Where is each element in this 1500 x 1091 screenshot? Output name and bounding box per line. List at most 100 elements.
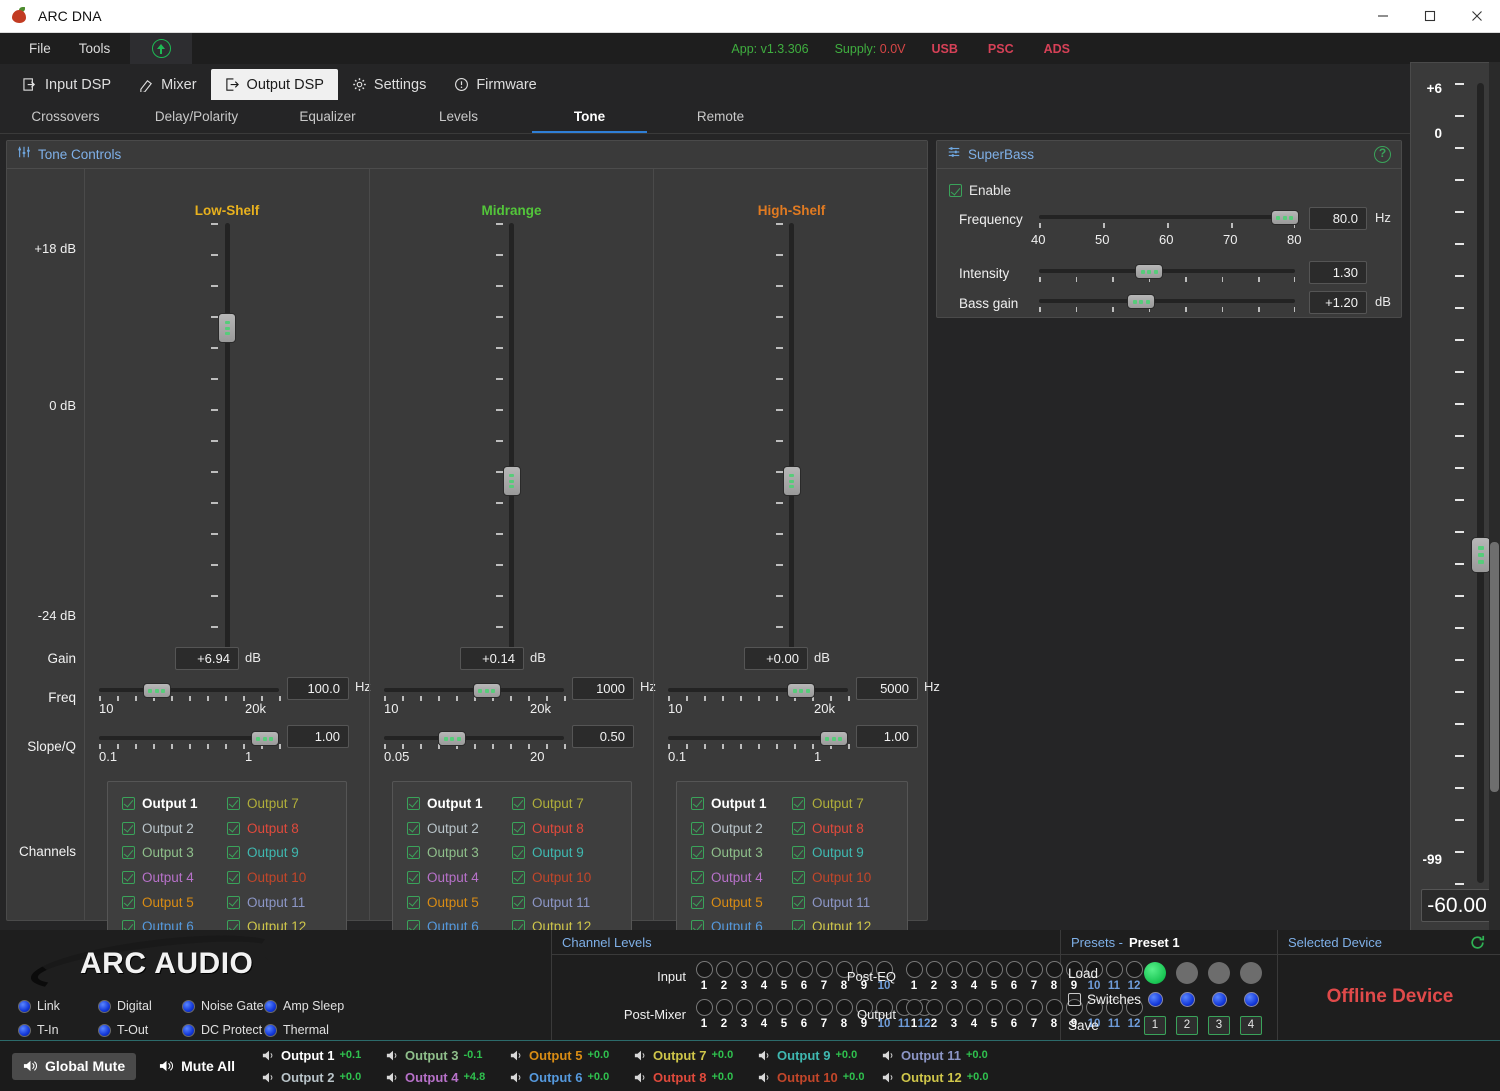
channel-checkbox[interactable]	[512, 796, 525, 810]
speaker-icon[interactable]	[634, 1071, 648, 1084]
slider-thumb[interactable]	[819, 731, 848, 746]
help-circle-icon[interactable]: ?	[1374, 146, 1391, 163]
channel-checkbox[interactable]	[792, 870, 805, 884]
channel-row[interactable]: Output 1	[691, 791, 792, 816]
master-meter-track[interactable]	[1477, 83, 1484, 883]
band-slope-value-1[interactable]: 1.00	[287, 725, 349, 748]
close-icon[interactable]	[1453, 0, 1500, 33]
channel-row[interactable]: Output 1	[407, 791, 512, 816]
superbass-value-1[interactable]: 80.0	[1309, 207, 1367, 230]
tab-mixer[interactable]: Mixer	[125, 69, 210, 100]
slider-thumb[interactable]	[472, 683, 501, 698]
channel-checkbox[interactable]	[227, 796, 240, 810]
band-freq-value-1[interactable]: 100.0	[287, 677, 349, 700]
tab-crossovers[interactable]: Crossovers	[0, 100, 131, 133]
superbass-value-2[interactable]: 1.30	[1309, 261, 1367, 284]
master-meter-thumb[interactable]	[1471, 537, 1491, 573]
band-slope-value-2[interactable]: 0.50	[572, 725, 634, 748]
slider-thumb[interactable]	[502, 466, 521, 497]
menu-item-file[interactable]: File	[15, 33, 65, 64]
channel-checkbox[interactable]	[792, 821, 805, 835]
output-level-row[interactable]: Output 3 -0.1	[386, 1044, 510, 1066]
output-level-row[interactable]: Output 9 +0.0	[758, 1044, 882, 1066]
slider-thumb[interactable]	[1127, 294, 1156, 309]
channel-row[interactable]: Output 11	[227, 890, 332, 915]
preset-switch-led-4[interactable]	[1240, 991, 1262, 1007]
band-slope-value-3[interactable]: 1.00	[856, 725, 918, 748]
channel-row[interactable]: Output 7	[512, 791, 617, 816]
channel-row[interactable]: Output 9	[512, 840, 617, 865]
channel-row[interactable]: Output 5	[122, 890, 227, 915]
channel-checkbox[interactable]	[227, 846, 240, 860]
preset-save-button-2[interactable]: 2	[1176, 1015, 1198, 1035]
channel-row[interactable]: Output 3	[691, 840, 792, 865]
tab-levels[interactable]: Levels	[393, 100, 524, 133]
preset-switch-led-3[interactable]	[1208, 991, 1230, 1007]
speaker-icon[interactable]	[262, 1071, 276, 1084]
slider-thumb[interactable]	[438, 731, 467, 746]
slider-thumb[interactable]	[1135, 264, 1164, 279]
channel-checkbox[interactable]	[122, 821, 135, 835]
slider-thumb[interactable]	[782, 466, 801, 497]
channel-row[interactable]: Output 4	[122, 865, 227, 890]
channel-checkbox[interactable]	[792, 895, 805, 909]
speaker-icon[interactable]	[882, 1049, 896, 1062]
channel-row[interactable]: Output 4	[407, 865, 512, 890]
speaker-icon[interactable]	[758, 1071, 772, 1084]
slider-thumb[interactable]	[250, 731, 279, 746]
channel-checkbox[interactable]	[407, 821, 420, 835]
switches-checkbox[interactable]	[1068, 992, 1081, 1006]
band-freq-value-2[interactable]: 1000	[572, 677, 634, 700]
channel-checkbox[interactable]	[407, 870, 420, 884]
band-gain-value-2[interactable]: +0.14	[460, 647, 524, 670]
speaker-icon[interactable]	[634, 1049, 648, 1062]
channel-checkbox[interactable]	[122, 796, 135, 810]
channel-checkbox[interactable]	[691, 796, 704, 810]
channel-row[interactable]: Output 10	[227, 865, 332, 890]
channel-row[interactable]: Output 3	[407, 840, 512, 865]
channel-row[interactable]: Output 9	[792, 840, 893, 865]
tab-equalizer[interactable]: Equalizer	[262, 100, 393, 133]
enable-checkbox[interactable]	[949, 184, 962, 197]
channel-checkbox[interactable]	[122, 846, 135, 860]
channel-checkbox[interactable]	[407, 895, 420, 909]
upload-button[interactable]	[130, 33, 193, 64]
preset-load-led-2[interactable]	[1176, 962, 1198, 984]
tab-output-dsp[interactable]: Output DSP	[210, 69, 338, 100]
channel-checkbox[interactable]	[227, 895, 240, 909]
global-mute-button[interactable]: Global Mute	[12, 1052, 137, 1080]
refresh-icon[interactable]	[1469, 934, 1486, 956]
channel-row[interactable]: Output 11	[792, 890, 893, 915]
maximize-icon[interactable]	[1406, 0, 1453, 33]
speaker-icon[interactable]	[262, 1049, 276, 1062]
channel-checkbox[interactable]	[122, 895, 135, 909]
band-freq-value-3[interactable]: 5000	[856, 677, 918, 700]
channel-row[interactable]: Output 2	[122, 816, 227, 841]
band-gain-slider-3[interactable]	[654, 223, 929, 661]
speaker-icon[interactable]	[510, 1049, 524, 1062]
speaker-icon[interactable]	[758, 1049, 772, 1062]
channel-row[interactable]: Output 8	[227, 816, 332, 841]
channel-checkbox[interactable]	[691, 895, 704, 909]
tab-tone[interactable]: Tone	[524, 100, 655, 133]
channel-checkbox[interactable]	[691, 821, 704, 835]
speaker-icon[interactable]	[386, 1071, 400, 1084]
channel-checkbox[interactable]	[122, 870, 135, 884]
preset-load-led-1[interactable]	[1144, 962, 1166, 984]
channel-checkbox[interactable]	[792, 796, 805, 810]
channel-checkbox[interactable]	[792, 846, 805, 860]
preset-switch-led-2[interactable]	[1176, 991, 1198, 1007]
slider-thumb[interactable]	[218, 313, 236, 344]
channel-checkbox[interactable]	[512, 821, 525, 835]
preset-save-button-4[interactable]: 4	[1240, 1015, 1262, 1035]
scrollbar-thumb[interactable]	[1490, 542, 1499, 792]
channel-checkbox[interactable]	[691, 870, 704, 884]
superbass-slider-3[interactable]	[1039, 294, 1295, 320]
channel-checkbox[interactable]	[407, 846, 420, 860]
channel-row[interactable]: Output 8	[792, 816, 893, 841]
tab-firmware[interactable]: Firmware	[440, 69, 550, 100]
speaker-icon[interactable]	[386, 1049, 400, 1062]
channel-row[interactable]: Output 4	[691, 865, 792, 890]
output-level-row[interactable]: Output 7 +0.0	[634, 1044, 758, 1066]
channel-row[interactable]: Output 2	[691, 816, 792, 841]
